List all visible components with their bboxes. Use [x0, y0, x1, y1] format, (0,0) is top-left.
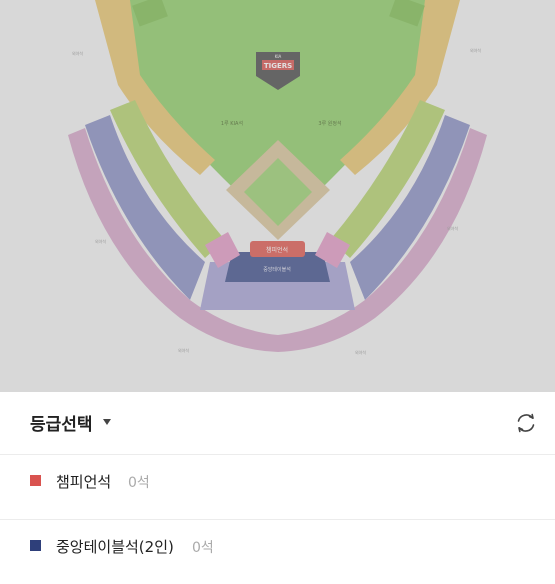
sheet-header: 등급선택 [0, 392, 555, 455]
svg-text:외야석: 외야석 [72, 50, 83, 56]
grade-name: 중앙테이블석(2인) [56, 538, 174, 556]
grade-count: 0석 [192, 540, 214, 556]
champion-color-swatch [30, 475, 41, 486]
svg-text:외야석: 외야석 [178, 347, 189, 353]
grade-count: 0석 [128, 475, 150, 491]
svg-text:외야석: 외야석 [95, 238, 106, 244]
refresh-icon[interactable] [514, 411, 538, 435]
svg-text:외야석: 외야석 [447, 225, 458, 231]
grade-select-title[interactable]: 등급선택 [30, 410, 93, 435]
svg-text:외야석: 외야석 [470, 47, 481, 53]
svg-text:TIGERS: TIGERS [264, 62, 292, 70]
grade-selection-sheet: 등급선택 챔피언석 0석 중앙테이블석(2인) 0석 [0, 392, 555, 556]
table-seat-label: 중앙테이블석 [263, 266, 291, 273]
caret-down-icon[interactable] [103, 419, 111, 425]
dugout-left-label: 1루 KIA석 [221, 120, 243, 127]
grade-row-table[interactable]: 중앙테이블석(2인) 0석 [0, 520, 555, 584]
table-color-swatch [30, 540, 41, 551]
dugout-right-label: 3루 원정석 [318, 120, 341, 127]
svg-text:외야석: 외야석 [355, 349, 366, 355]
stadium-seat-map[interactable]: 챔피언석 중앙테이블석 TIGERS KIA 1루 KIA석 3루 원정석 외야… [0, 0, 555, 392]
grade-row-champion[interactable]: 챔피언석 0석 [0, 455, 555, 520]
stadium-map-graphic: 챔피언석 중앙테이블석 TIGERS KIA 1루 KIA석 3루 원정석 외야… [68, 0, 487, 355]
grade-name: 챔피언석 [56, 473, 112, 491]
svg-text:KIA: KIA [275, 54, 282, 59]
champion-seat-label: 챔피언석 [266, 246, 288, 254]
